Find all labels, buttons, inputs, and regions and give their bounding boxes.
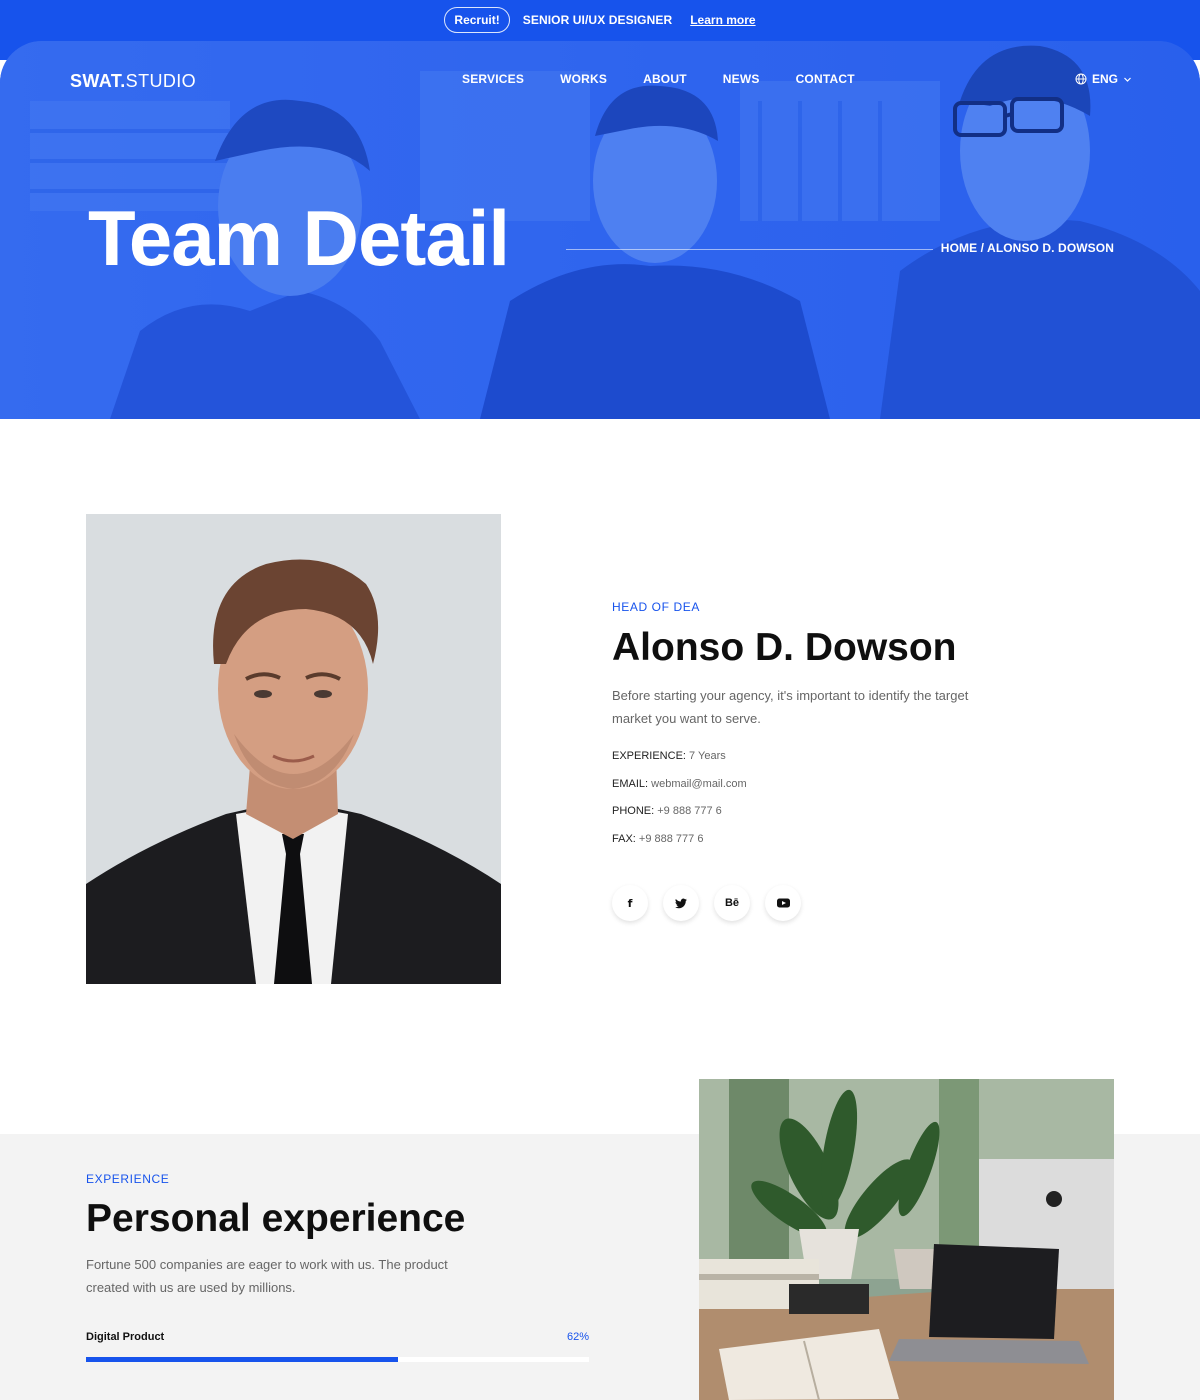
page-title: Team Detail: [88, 194, 510, 282]
detail-value: 7 Years: [689, 750, 726, 762]
member-role: HEAD OF DEA: [612, 600, 700, 614]
team-member-portrait: [86, 514, 501, 984]
member-bio: Before starting your agency, it's import…: [612, 688, 969, 726]
detail-label: EMAIL:: [612, 777, 649, 790]
skill-bar: Digital Product 62%: [86, 1331, 589, 1362]
detail-phone: PHONE: +9 888 777 6: [612, 803, 1032, 831]
skill-percent: 62%: [566, 1331, 589, 1343]
skill-track: [86, 1357, 589, 1362]
experience-title: Personal experience: [86, 1197, 466, 1240]
site-logo[interactable]: SWAT.STUDIO: [70, 71, 196, 92]
detail-value: +9 888 777 6: [638, 832, 704, 845]
language-label: ENG: [1091, 72, 1118, 86]
language-selector[interactable]: ENG: [1075, 72, 1132, 86]
experience-section: EXPERIENCE Personal experience Fortune 5…: [86, 1172, 589, 1362]
skill-name: Digital Product: [86, 1331, 165, 1343]
detail-fax: FAX: +9 888 777 6: [612, 831, 1032, 859]
nav-works[interactable]: WORKS: [560, 72, 607, 86]
facebook-icon: f: [627, 896, 633, 910]
facebook-button[interactable]: f: [612, 885, 648, 921]
learn-more-link[interactable]: Learn more: [690, 13, 755, 27]
nav-news[interactable]: NEWS: [723, 72, 760, 86]
nav-services[interactable]: SERVICES: [462, 72, 524, 86]
experience-tag: EXPERIENCE: [86, 1172, 170, 1186]
detail-value[interactable]: webmail@mail.com: [651, 778, 747, 790]
member-details: EXPERIENCE: 7 Years EMAIL: webmail@mail.…: [612, 748, 1032, 858]
profile-info: HEAD OF DEA Alonso D. Dowson Before star…: [612, 600, 1032, 921]
behance-button[interactable]: Bē: [714, 885, 750, 921]
recruit-badge[interactable]: Recruit!: [444, 7, 510, 33]
nav-contact[interactable]: CONTACT: [796, 72, 855, 86]
detail-experience: EXPERIENCE: 7 Years: [612, 748, 1032, 776]
social-links: f Bē: [612, 885, 1032, 921]
detail-value: +9 888 777 6: [657, 805, 722, 817]
hero-banner: SWAT.STUDIO SERVICES WORKS ABOUT NEWS CO…: [0, 41, 1200, 419]
main-nav: SERVICES WORKS ABOUT NEWS CONTACT: [462, 72, 855, 86]
behance-icon: Bē: [724, 897, 740, 909]
chevron-down-icon: [1124, 77, 1131, 82]
youtube-button[interactable]: [765, 885, 801, 921]
detail-email: EMAIL: webmail@mail.com: [612, 776, 1032, 804]
announcement-role: SENIOR UI/UX DESIGNER: [522, 13, 673, 27]
breadcrumb[interactable]: HOME / ALONSO D. DOWSON: [941, 241, 1114, 255]
youtube-icon: [776, 898, 790, 908]
hero-divider: [566, 249, 933, 250]
twitter-icon: [675, 898, 687, 908]
skill-fill: [86, 1357, 398, 1362]
detail-label: EXPERIENCE:: [612, 750, 686, 762]
detail-label: FAX:: [612, 832, 636, 845]
twitter-button[interactable]: [663, 885, 699, 921]
nav-about[interactable]: ABOUT: [643, 72, 687, 86]
globe-icon: [1075, 73, 1087, 85]
logo-light: STUDIO: [125, 71, 197, 91]
detail-label: PHONE:: [612, 805, 655, 817]
experience-text: Fortune 500 companies are eager to work …: [86, 1257, 448, 1295]
workspace-image: [699, 1079, 1114, 1400]
logo-bold: SWAT.: [70, 71, 126, 91]
member-name: Alonso D. Dowson: [612, 626, 957, 669]
